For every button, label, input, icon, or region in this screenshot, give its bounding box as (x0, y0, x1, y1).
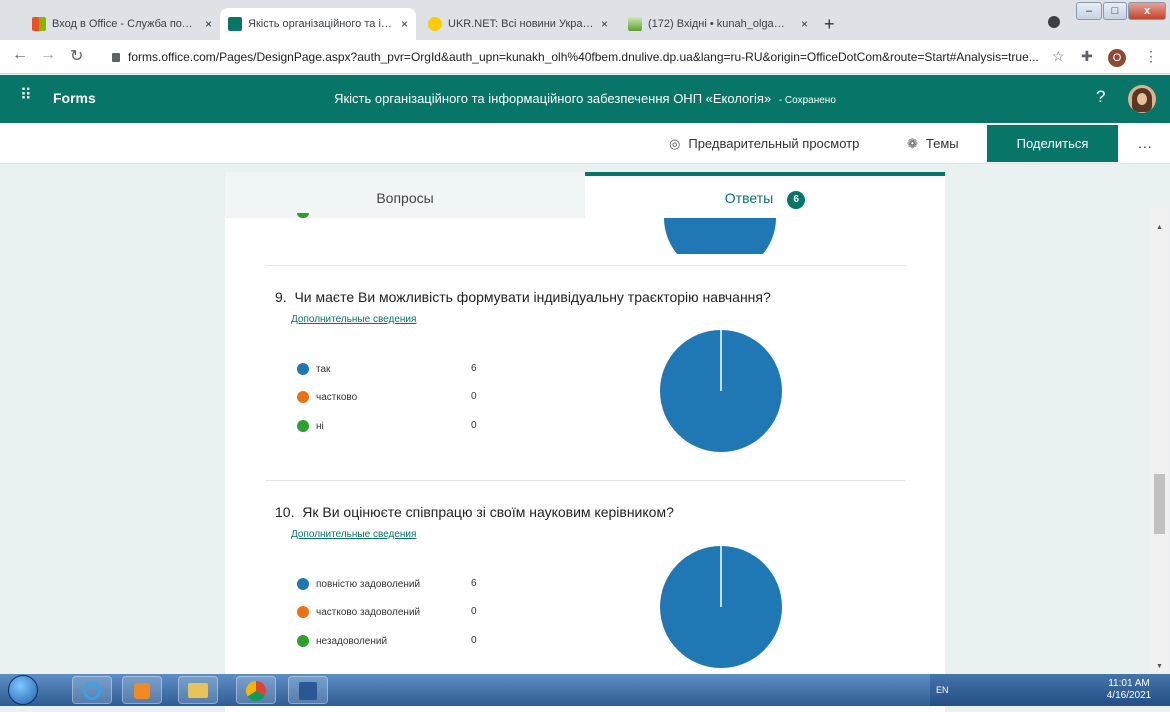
question-10-title: 10. Як Ви оцінюєте співпрацю зі своїм на… (275, 504, 674, 520)
more-options-icon[interactable]: ... (1138, 135, 1153, 151)
question-separator (265, 265, 905, 266)
forward-arrow-icon[interactable]: → (40, 46, 56, 64)
extensions-icon[interactable]: ✚ (1081, 48, 1093, 65)
window-minimize-button[interactable]: – (1076, 2, 1102, 20)
help-icon[interactable]: ? (1096, 87, 1105, 107)
tab-responses[interactable]: Ответы 6 (585, 172, 945, 218)
internet-explorer-icon[interactable] (72, 676, 112, 704)
url-field[interactable]: forms.office.com/Pages/DesignPage.aspx?a… (112, 46, 1044, 68)
command-bar: ◎ Предварительный просмотр ❁ Темы Поделить… (0, 123, 1170, 164)
legend-dot-green-icon (297, 420, 309, 432)
tab-questions[interactable]: Вопросы (225, 172, 585, 218)
legend-dot-green-icon (297, 635, 309, 647)
responses-count-badge: 6 (787, 191, 806, 209)
page-scrollbar[interactable]: ▲ ▼ (1151, 208, 1169, 674)
form-tabs: Вопросы Ответы 6 (225, 172, 945, 218)
scroll-up-arrow-icon[interactable]: ▲ (1156, 224, 1163, 231)
window-maximize-button[interactable]: □ (1103, 2, 1127, 20)
windows-taskbar: EN 11:01 AM 4/16/2021 (0, 674, 1170, 706)
question-9-title: 9. Чи маєте Ви можливість формувати інди… (275, 289, 771, 305)
back-arrow-icon[interactable]: ← (12, 46, 28, 64)
browser-profile-indicator-icon (1048, 16, 1060, 28)
question-10-legend-item: незадоволений (297, 633, 387, 649)
question-10-pie-chart[interactable] (659, 545, 783, 669)
ukrnet-favicon-icon (428, 17, 442, 31)
mail-favicon-icon (628, 17, 642, 31)
question-9-legend-item: так (297, 361, 330, 377)
forms-header: ⠿ Forms Якість організаційного та інформ… (0, 75, 1170, 123)
form-title: Якість організаційного та інформаційного… (334, 91, 836, 106)
question-10-count: 0 (471, 606, 477, 617)
question-10-count: 6 (471, 578, 477, 589)
question-9-count: 6 (471, 363, 477, 374)
palette-icon: ❁ (907, 136, 918, 151)
reload-icon[interactable]: ↻ (70, 46, 83, 66)
browser-profile-avatar[interactable]: O (1108, 49, 1126, 67)
save-status: - Сохранено (778, 95, 836, 106)
responses-card: Вопросы Ответы 6 9. Чи маєте Ви можливіст… (225, 172, 945, 712)
word-icon[interactable] (288, 676, 328, 704)
start-button[interactable] (8, 675, 38, 705)
question-9-legend-item: ні (297, 418, 324, 434)
language-indicator[interactable]: EN (936, 685, 949, 695)
preview-button[interactable]: ◎ Предварительный просмотр (669, 136, 859, 152)
bookmark-star-icon[interactable]: ☆ (1052, 48, 1065, 65)
question-10-legend-item: частково задоволений (297, 604, 420, 620)
close-tab-icon[interactable]: × (401, 17, 408, 31)
scrollbar-thumb[interactable] (1154, 474, 1165, 534)
close-tab-icon[interactable]: × (601, 17, 608, 31)
question-9-count: 0 (471, 420, 477, 431)
share-button[interactable]: Поделиться (987, 125, 1118, 162)
browser-tab-ukrnet[interactable]: UKR.NET: Всі новини України, ос × (420, 8, 616, 40)
eye-icon: ◎ (669, 136, 681, 151)
taskbar-clock[interactable]: 11:01 AM 4/16/2021 (1094, 678, 1164, 702)
lock-icon (112, 53, 120, 62)
browser-tab-office-support[interactable]: Вход в Office - Служба поддерж × (24, 8, 220, 40)
question-9-count: 0 (471, 391, 477, 402)
user-avatar[interactable] (1128, 85, 1156, 113)
question-9-pie-chart[interactable] (659, 329, 783, 453)
browser-address-bar: ← → ↻ forms.office.com/Pages/DesignPage.… (0, 40, 1170, 74)
legend-dot-blue-icon (297, 578, 309, 590)
question-separator (265, 480, 905, 481)
question-10-count: 0 (471, 635, 477, 646)
scroll-down-arrow-icon[interactable]: ▼ (1156, 663, 1163, 670)
forms-favicon-icon (228, 17, 242, 31)
browser-tab-strip: Вход в Office - Служба поддерж × Якість … (0, 0, 1170, 40)
window-close-button[interactable]: x (1128, 2, 1166, 20)
close-tab-icon[interactable]: × (801, 17, 808, 31)
chrome-icon[interactable] (236, 676, 276, 704)
file-explorer-icon[interactable] (178, 676, 218, 704)
browser-tab-mail[interactable]: (172) Вхідні • kunah_olga@ukr.n × (620, 8, 816, 40)
themes-button[interactable]: ❁ Темы (907, 136, 959, 152)
browser-menu-icon[interactable]: ⋮ (1144, 48, 1158, 65)
question-9-more-info-link[interactable]: Дополнительные сведения (291, 314, 416, 325)
new-tab-button[interactable]: + (824, 14, 835, 35)
legend-dot-blue-icon (297, 363, 309, 375)
question-10-legend-item: повністю задоволений (297, 576, 420, 592)
legend-dot-orange-icon (297, 391, 309, 403)
close-tab-icon[interactable]: × (205, 17, 212, 31)
media-player-icon[interactable] (122, 676, 162, 704)
question-9-legend-item: частково (297, 389, 357, 405)
browser-tab-forms[interactable]: Якість організаційного та інфор × (220, 8, 416, 40)
legend-dot-orange-icon (297, 606, 309, 618)
question-10-more-info-link[interactable]: Дополнительные сведения (291, 529, 416, 540)
office-favicon-icon (32, 17, 46, 31)
previous-question-pie (664, 218, 776, 254)
